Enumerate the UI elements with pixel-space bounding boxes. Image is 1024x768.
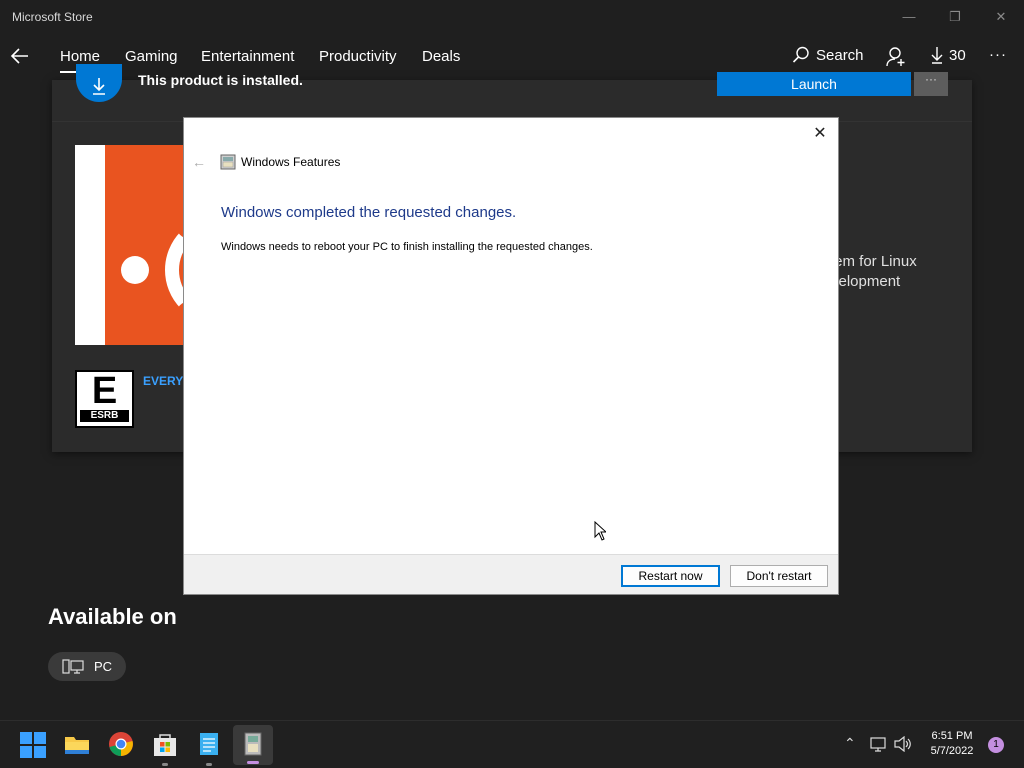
windows-features-dialog: ✕ ← Windows Features Windows completed t…	[183, 117, 839, 595]
available-on-heading: Available on	[48, 604, 177, 629]
restart-now-button[interactable]: Restart now	[621, 565, 720, 587]
network-icon[interactable]	[870, 736, 888, 752]
start-icon[interactable]	[19, 731, 47, 759]
nav-entertainment[interactable]: Entertainment	[201, 48, 294, 65]
active-indicator	[247, 761, 259, 764]
dont-restart-button[interactable]: Don't restart	[730, 565, 828, 587]
close-window-button[interactable]: ✕	[986, 6, 1016, 28]
esrb-brand: ESRB	[80, 410, 129, 422]
pc-icon	[62, 658, 84, 674]
nav-deals[interactable]: Deals	[422, 48, 460, 65]
minimize-button[interactable]: —	[894, 6, 924, 28]
search-label: Search	[816, 46, 864, 64]
taskbar: ⌃ 6:51 PM 5/7/2022 1	[0, 720, 1024, 768]
mouse-cursor-icon	[594, 521, 606, 541]
window-title: Microsoft Store	[12, 10, 93, 24]
chrome-icon[interactable]	[107, 730, 135, 758]
download-icon	[931, 47, 943, 64]
install-status-bar: This product is installed. Launch ···	[52, 64, 972, 122]
maximize-button[interactable]: ❐	[940, 6, 970, 28]
notepad-icon[interactable]	[195, 730, 223, 758]
windows-features-taskbar-item[interactable]	[233, 725, 273, 765]
product-description-line-1: tem for Linux	[830, 253, 917, 270]
account-icon[interactable]	[886, 46, 908, 68]
volume-icon[interactable]	[894, 736, 912, 752]
clock-date: 5/7/2022	[930, 745, 974, 757]
title-bar: Microsoft Store — ❐ ✕	[0, 0, 1024, 34]
store-running-indicator	[162, 763, 168, 766]
file-explorer-icon[interactable]	[63, 730, 91, 758]
platform-label: PC	[94, 659, 113, 674]
dialog-back-icon: ←	[192, 154, 206, 170]
downloads-button[interactable]: 30	[931, 46, 966, 64]
clock-time: 6:51 PM	[931, 730, 973, 742]
nav-gaming[interactable]: Gaming	[125, 48, 178, 65]
launch-button[interactable]: Launch	[717, 72, 911, 96]
nav-home[interactable]: Home	[60, 48, 101, 73]
esrb-rating-icon: E ESRB	[75, 370, 134, 428]
dialog-close-button[interactable]: ✕	[808, 122, 832, 146]
show-hidden-icons-chevron-icon[interactable]: ⌃	[844, 735, 856, 752]
notepad-running-indicator	[206, 763, 212, 766]
platform-chip-pc[interactable]: PC	[48, 652, 126, 681]
installed-text: This product is installed.	[138, 72, 303, 88]
dialog-heading: Windows completed the requested changes.	[221, 204, 517, 221]
product-description-line-2: velopment	[831, 273, 901, 290]
search-button[interactable]: Search	[792, 46, 864, 64]
windows-features-taskbar-icon	[244, 732, 262, 756]
store-icon[interactable]	[151, 730, 179, 758]
clock[interactable]: 6:51 PM 5/7/2022	[920, 729, 984, 759]
dialog-body-text: Windows needs to reboot your PC to finis…	[221, 241, 593, 253]
product-more-button[interactable]: ···	[914, 72, 948, 96]
notification-badge[interactable]: 1	[988, 737, 1004, 753]
nav-productivity[interactable]: Productivity	[319, 48, 397, 65]
downloads-count: 30	[949, 46, 966, 64]
windows-features-icon	[220, 154, 236, 170]
search-icon	[792, 46, 809, 63]
dialog-footer: Restart now Don't restart	[184, 554, 838, 594]
dialog-app-title: Windows Features	[241, 155, 341, 169]
esrb-letter: E	[91, 370, 118, 412]
more-options-button[interactable]: ···	[989, 46, 1007, 63]
installed-icon	[76, 64, 122, 102]
back-arrow-icon[interactable]	[8, 44, 32, 68]
